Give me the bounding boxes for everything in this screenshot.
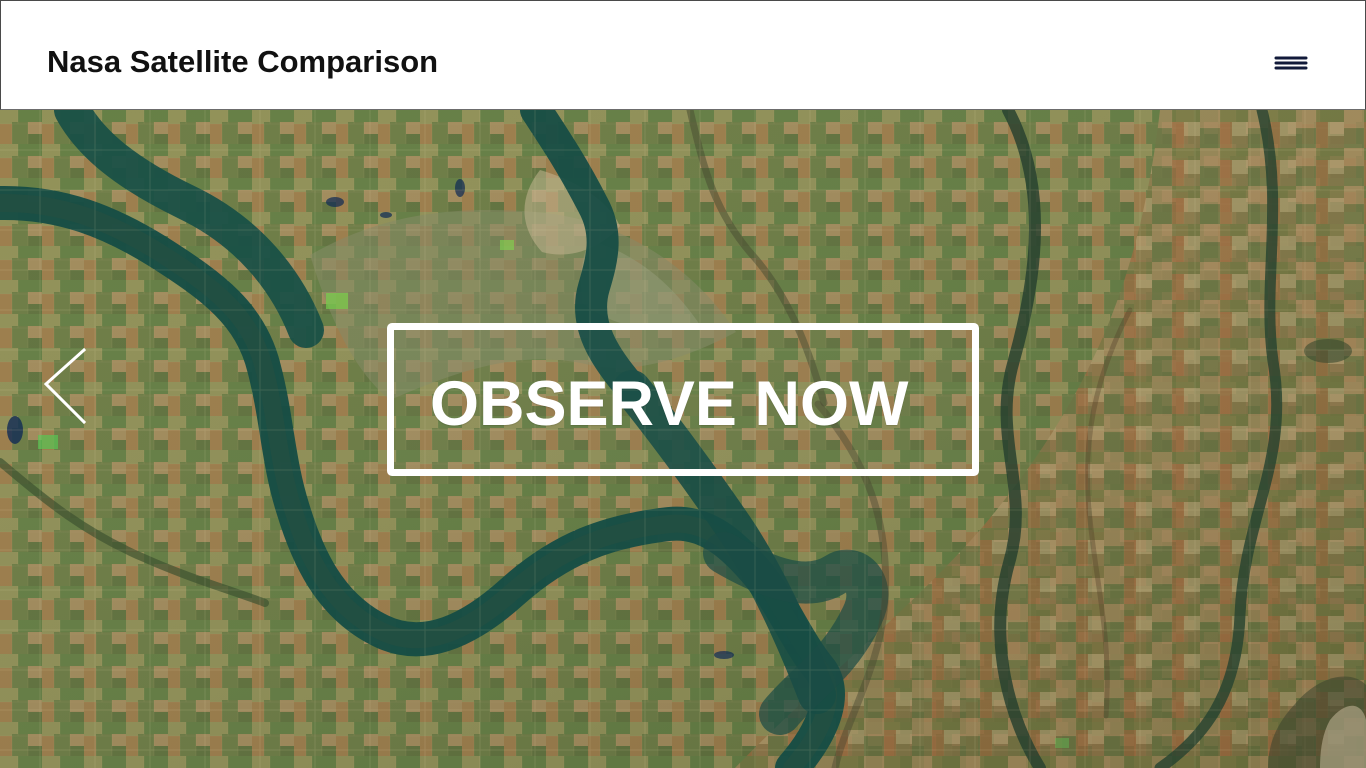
menu-button[interactable] — [1273, 50, 1309, 76]
hamburger-menu-icon — [1274, 56, 1308, 70]
previous-slide-button[interactable] — [39, 346, 91, 426]
site-title: Nasa Satellite Comparison — [47, 44, 439, 79]
observe-now-label: OBSERVE NOW — [430, 369, 909, 439]
satellite-hero: OBSERVE NOW — [0, 110, 1366, 768]
site-header: Nasa Satellite Comparison — [0, 0, 1366, 110]
chevron-left-icon — [43, 347, 87, 425]
observe-now-button[interactable]: OBSERVE NOW — [387, 323, 979, 476]
nasa-satellite-comparison-page: Nasa Satellite Comparison OBSERVE NOW — [0, 0, 1366, 768]
